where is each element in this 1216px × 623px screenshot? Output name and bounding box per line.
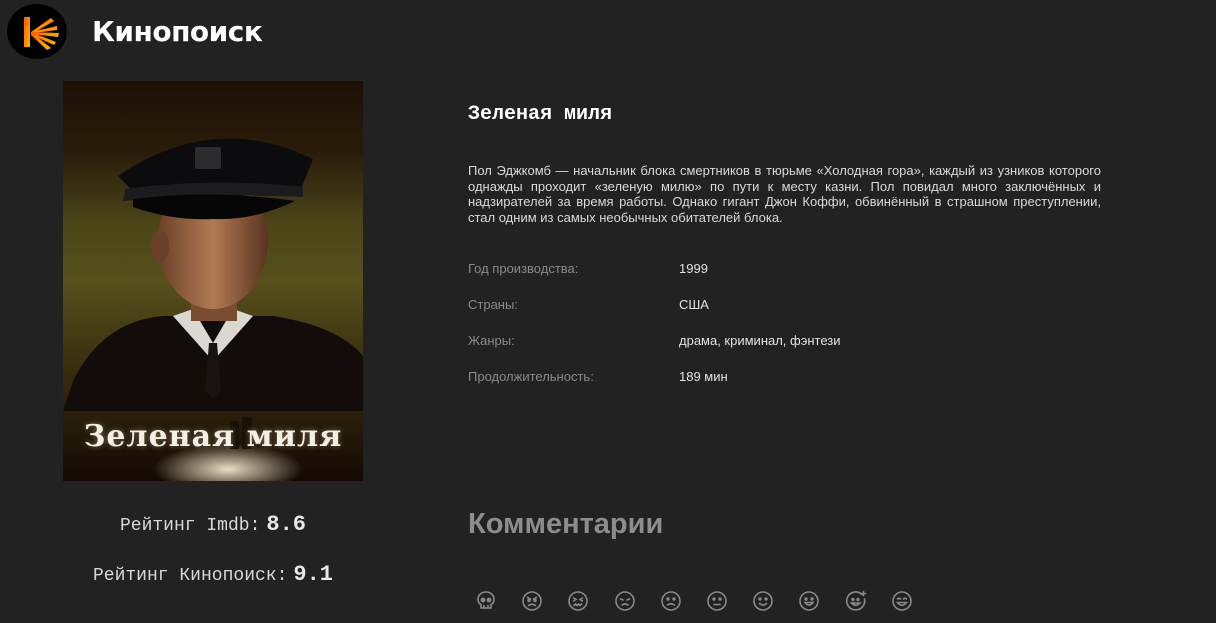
info-value: США (679, 297, 709, 312)
movie-poster: Зеленая миля (63, 81, 363, 481)
info-value: 189 мин (679, 369, 728, 384)
info-value: драма, криминал, фэнтези (679, 333, 841, 348)
logo-text: Кинопоиск (92, 15, 263, 48)
kinopoisk-rating-value: 9.1 (293, 562, 334, 587)
kinopoisk-logo-icon (7, 4, 67, 59)
slight-smile-icon[interactable] (751, 589, 775, 613)
reaction-picker (474, 589, 936, 613)
poster-title: Зеленая миля (83, 419, 343, 454)
imdb-rating-label: Рейтинг Imdb: (119, 516, 261, 536)
imdb-rating-value: 8.6 (266, 512, 307, 537)
info-label: Год производства: (468, 261, 579, 276)
grinning-face-icon[interactable] (797, 589, 821, 613)
kinopoisk-rating-label: Рейтинг Кинопоиск: (92, 566, 288, 586)
persevering-face-icon[interactable] (613, 589, 637, 613)
frowning-face-icon[interactable] (659, 589, 683, 613)
info-value: 1999 (679, 261, 708, 276)
film-title: Зеленая миля (468, 103, 613, 126)
star-struck-face-icon[interactable] (844, 589, 868, 613)
info-label: Жанры: (468, 333, 515, 348)
logo[interactable]: Кинопоиск (7, 4, 263, 59)
skull-icon[interactable] (474, 589, 498, 613)
angry-face-icon[interactable] (520, 589, 544, 613)
neutral-face-icon[interactable] (705, 589, 729, 613)
info-label: Продолжительность: (468, 369, 594, 384)
info-label: Страны: (468, 297, 518, 312)
kinopoisk-rating: Рейтинг Кинопоиск: 9.1 (0, 562, 426, 587)
big-smile-icon[interactable] (890, 589, 914, 613)
imdb-rating: Рейтинг Imdb: 8.6 (0, 512, 426, 537)
film-description: Пол Эджкомб — начальник блока смертников… (468, 163, 1101, 225)
comments-title: Комментарии (468, 508, 664, 540)
confounded-face-icon[interactable] (566, 589, 590, 613)
